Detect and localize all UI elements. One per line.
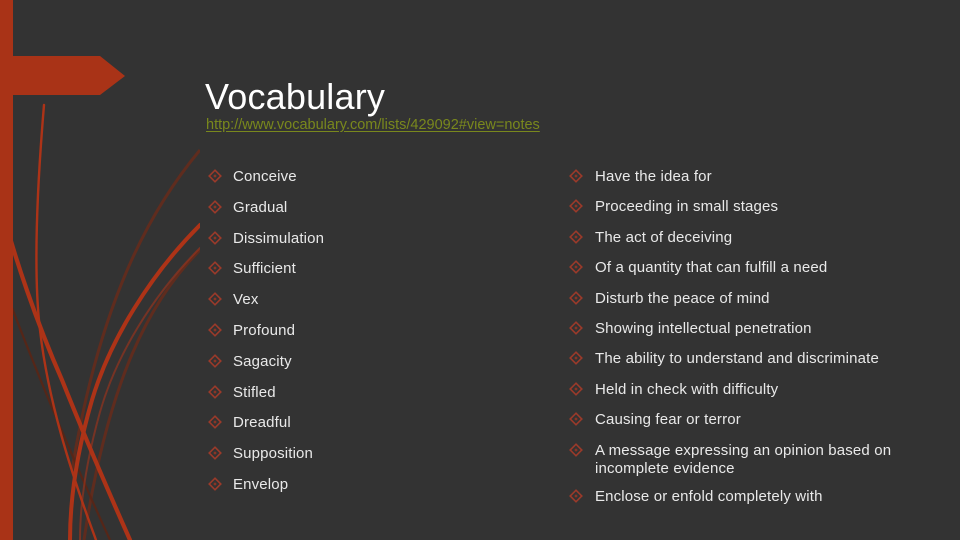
diamond-bullet-icon	[208, 323, 222, 343]
definition-label: A message expressing an opinion based on…	[595, 441, 892, 477]
diamond-bullet-icon	[208, 384, 222, 405]
definition-label: Held in check with difficulty	[595, 380, 779, 398]
diamond-bullet-icon	[208, 477, 222, 497]
diamond-bullet-icon	[569, 351, 583, 371]
definition-label: The ability to understand and discrimina…	[595, 350, 879, 368]
list-item: Of a quantity that can fulfill a need	[569, 259, 954, 279]
terms-column: Conceive Gradual Dissimulation Sufficien…	[208, 168, 548, 507]
list-item: Causing fear or terror	[569, 411, 954, 431]
list-item: Supposition	[208, 445, 548, 465]
term-label: Dreadful	[233, 414, 291, 432]
list-item: Envelop	[208, 476, 548, 496]
list-item: Stifled	[208, 384, 548, 404]
definition-label: Showing intellectual penetration	[595, 319, 812, 337]
list-item: Sagacity	[208, 353, 548, 373]
term-label: Envelop	[233, 475, 289, 493]
definition-label: Enclose or enfold completely with	[595, 487, 823, 505]
definition-label: Disturb the peace of mind	[595, 289, 770, 307]
list-item: Showing intellectual penetration	[569, 320, 954, 340]
list-item: Profound	[208, 322, 548, 342]
list-item: The act of deceiving	[569, 229, 954, 249]
term-label: Vex	[233, 291, 259, 309]
definition-label: Causing fear or terror	[595, 411, 741, 429]
term-label: Gradual	[233, 198, 288, 216]
term-label: Sagacity	[233, 352, 292, 370]
diamond-bullet-icon	[569, 260, 583, 280]
list-item: Have the idea for	[569, 168, 954, 188]
diamond-bullet-icon	[569, 229, 583, 250]
definitions-column: Have the idea for Proceeding in small st…	[569, 168, 954, 518]
diamond-bullet-icon	[208, 199, 222, 220]
term-label: Stifled	[233, 383, 276, 401]
list-item: Dissimulation	[208, 230, 548, 250]
list-item: The ability to understand and discrimina…	[569, 350, 954, 370]
term-label: Sufficient	[233, 260, 296, 278]
diamond-bullet-icon	[208, 169, 222, 189]
diamond-bullet-icon	[208, 230, 222, 251]
list-item: Held in check with difficulty	[569, 381, 954, 401]
diamond-bullet-icon	[208, 353, 222, 374]
definition-label: Of a quantity that can fulfill a need	[595, 259, 828, 277]
diamond-bullet-icon	[208, 446, 222, 466]
diamond-bullet-icon	[569, 412, 583, 432]
diamond-bullet-icon	[569, 442, 583, 463]
list-item: Vex	[208, 291, 548, 311]
diamond-bullet-icon	[569, 381, 583, 402]
diamond-bullet-icon	[569, 290, 583, 311]
list-item: Conceive	[208, 168, 548, 188]
term-label: Conceive	[233, 168, 297, 185]
definition-label: The act of deceiving	[595, 228, 733, 246]
diamond-bullet-icon	[208, 292, 222, 312]
list-item: A message expressing an opinion based on…	[569, 442, 954, 478]
list-item: Proceeding in small stages	[569, 198, 954, 218]
diamond-bullet-icon	[569, 169, 583, 189]
definition-label: Proceeding in small stages	[595, 198, 779, 216]
list-item: Disturb the peace of mind	[569, 290, 954, 310]
definition-label: Have the idea for	[595, 168, 712, 185]
page-title: Vocabulary	[205, 76, 386, 118]
list-item: Dreadful	[208, 414, 548, 434]
source-link-wrapper: http://www.vocabulary.com/lists/429092#v…	[206, 116, 540, 135]
diamond-bullet-icon	[569, 199, 583, 219]
slide: Vocabulary http://www.vocabulary.com/lis…	[0, 0, 960, 540]
term-label: Dissimulation	[233, 229, 325, 247]
diamond-bullet-icon	[208, 261, 222, 281]
list-item: Sufficient	[208, 260, 548, 280]
term-label: Supposition	[233, 445, 314, 463]
source-url-link[interactable]: http://www.vocabulary.com/lists/429092#v…	[206, 117, 540, 133]
diamond-bullet-icon	[569, 321, 583, 341]
decorative-artwork	[0, 0, 200, 540]
diamond-bullet-icon	[569, 488, 583, 509]
diamond-bullet-icon	[208, 415, 222, 435]
term-label: Profound	[233, 321, 296, 339]
list-item: Gradual	[208, 199, 548, 219]
list-item: Enclose or enfold completely with	[569, 488, 954, 508]
